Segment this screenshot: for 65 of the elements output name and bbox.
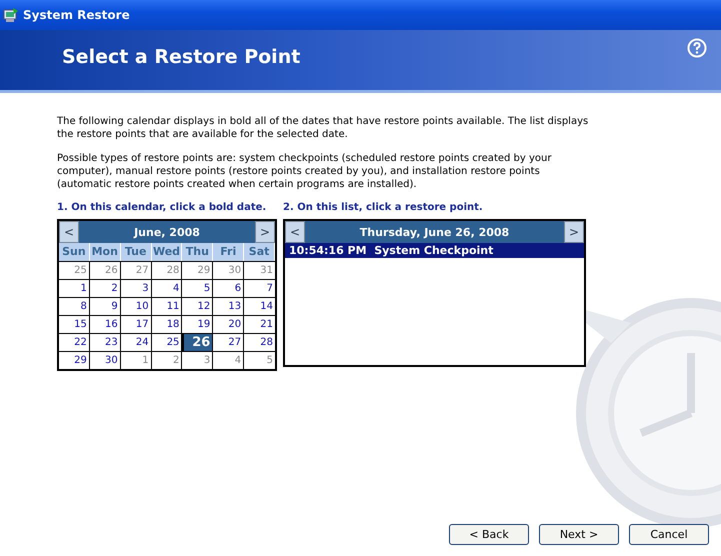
calendar-day[interactable]: 30: [90, 351, 121, 369]
previous-day-button[interactable]: <: [285, 221, 305, 243]
calendar-day[interactable]: 13: [213, 297, 244, 315]
calendar-day[interactable]: 28: [244, 333, 275, 351]
calendar-day[interactable]: 12: [182, 297, 214, 315]
calendar-instruction: 1. On this calendar, click a bold date.: [57, 202, 268, 213]
next-day-button[interactable]: >: [564, 221, 584, 243]
calendar-day[interactable]: 14: [244, 297, 275, 315]
calendar-day[interactable]: 7: [244, 279, 275, 297]
calendar-day[interactable]: 1: [120, 351, 152, 369]
next-month-button[interactable]: >: [255, 221, 275, 243]
weekday-header: Mon: [90, 243, 121, 261]
calendar-day[interactable]: 24: [120, 333, 152, 351]
calendar-day[interactable]: 3: [182, 351, 214, 369]
calendar-day[interactable]: 17: [120, 315, 152, 333]
calendar-day[interactable]: 28: [152, 261, 182, 279]
calendar-day[interactable]: 29: [182, 261, 214, 279]
calendar-day[interactable]: 1: [59, 279, 90, 297]
weekday-header: Sun: [59, 243, 90, 261]
calendar-day[interactable]: 21: [244, 315, 275, 333]
calendar-day[interactable]: 6: [213, 279, 244, 297]
calendar-day[interactable]: 18: [152, 315, 182, 333]
calendar-day[interactable]: 2: [152, 351, 182, 369]
weekday-header: Thu: [182, 243, 214, 261]
weekday-header: Wed: [152, 243, 182, 261]
calendar-day[interactable]: 4: [213, 351, 244, 369]
help-icon[interactable]: [687, 38, 707, 58]
month-label: June, 2008: [132, 226, 201, 238]
calendar-day[interactable]: 2: [90, 279, 121, 297]
calendar-day[interactable]: 10: [120, 297, 152, 315]
calendar-day[interactable]: 26: [182, 333, 214, 351]
back-button[interactable]: < Back: [449, 524, 529, 545]
restore-point-item[interactable]: 10:54:16 PM System Checkpoint: [285, 243, 584, 258]
instruction-paragraph: Possible types of restore points are: system checkpoints (scheduled restore points created by your computer), manual restore points (restore points created by you), and installation restore points (automatic restore points created when certain programs are installed).: [57, 152, 552, 191]
list-instruction: 2. On this list, click a restore point.: [283, 202, 484, 213]
calendar-day[interactable]: 20: [213, 315, 244, 333]
calendar-day[interactable]: 3: [120, 279, 152, 297]
weekday-header: Tue: [120, 243, 152, 261]
previous-month-button[interactable]: <: [59, 221, 79, 243]
weekday-header: Sat: [244, 243, 275, 261]
calendar-day[interactable]: 5: [244, 351, 275, 369]
calendar-day[interactable]: 27: [213, 333, 244, 351]
window-title: System Restore: [23, 8, 130, 22]
calendar-day[interactable]: 5: [182, 279, 214, 297]
calendar-day[interactable]: 8: [59, 297, 90, 315]
calendar-day[interactable]: 27: [120, 261, 152, 279]
next-button[interactable]: Next >: [539, 524, 619, 545]
page-title: Select a Restore Point: [62, 46, 300, 68]
calendar-day[interactable]: 22: [59, 333, 90, 351]
calendar-day[interactable]: 16: [90, 315, 121, 333]
calendar-day[interactable]: 26: [90, 261, 121, 279]
calendar-day[interactable]: 30: [213, 261, 244, 279]
calendar-day[interactable]: 31: [244, 261, 275, 279]
calendar-day[interactable]: 23: [90, 333, 121, 351]
weekday-header: Fri: [213, 243, 244, 261]
instruction-paragraph: The following calendar displays in bold all of the dates that have restore points available. The list displays the restore points that are available for the selected date.: [57, 115, 590, 141]
restore-app-icon: [3, 7, 19, 23]
calendar-day[interactable]: 4: [152, 279, 182, 297]
date-label: Thursday, June 26, 2008: [358, 226, 510, 238]
calendar-day[interactable]: 9: [90, 297, 121, 315]
calendar-day[interactable]: 11: [152, 297, 182, 315]
calendar-day[interactable]: 25: [59, 261, 90, 279]
calendar-day[interactable]: 29: [59, 351, 90, 369]
cancel-button[interactable]: Cancel: [629, 524, 709, 545]
calendar-day[interactable]: 15: [59, 315, 90, 333]
